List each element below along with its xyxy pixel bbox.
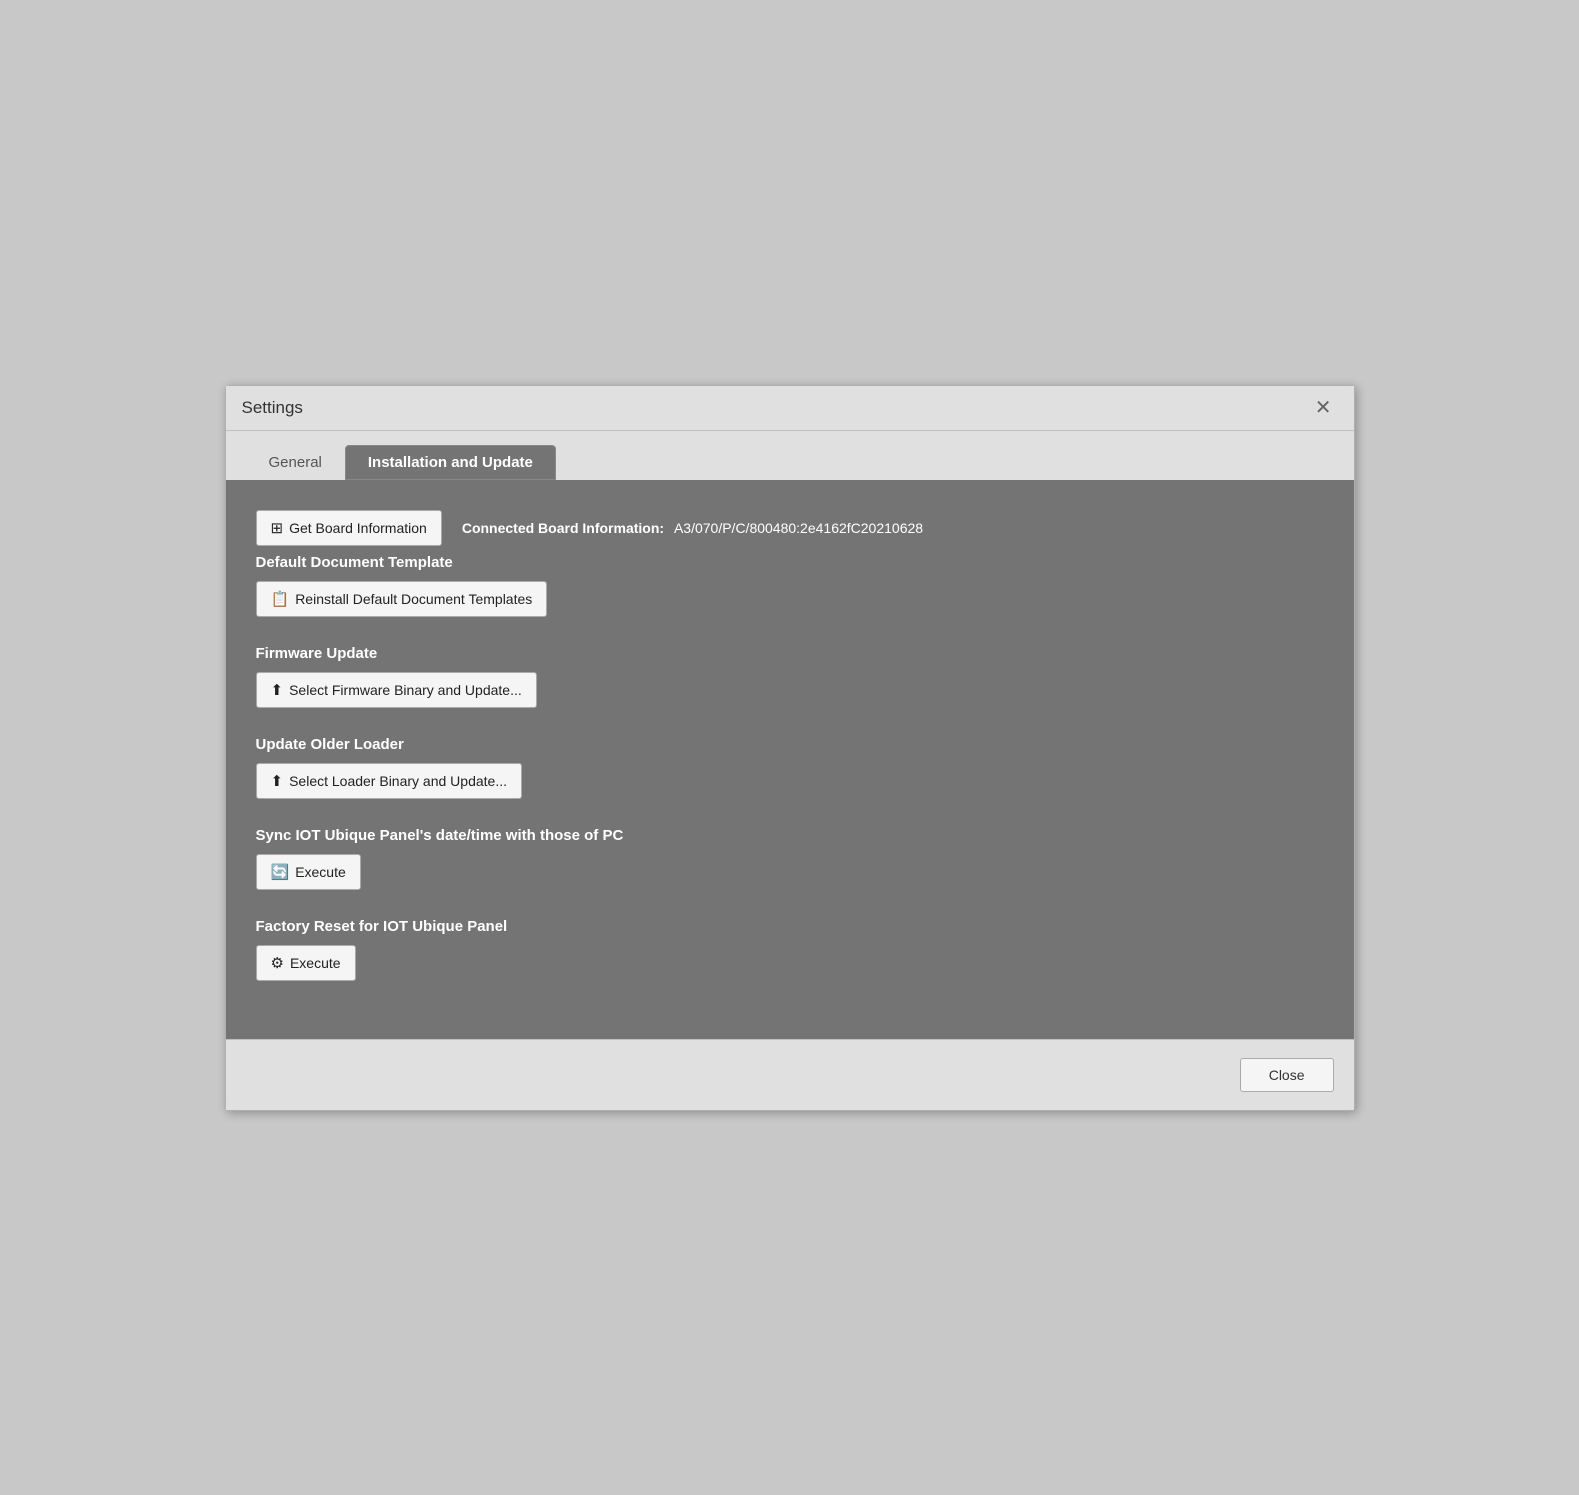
title-close-button[interactable]: ✕ bbox=[1309, 396, 1338, 420]
dialog-footer: Close bbox=[226, 1039, 1354, 1110]
factory-reset-label: Factory Reset for IOT Ubique Panel bbox=[256, 918, 1324, 935]
factory-reset-section: Factory Reset for IOT Ubique Panel ⚙ Exe… bbox=[256, 918, 1324, 981]
board-info-section: ⊞ Get Board Information Connected Board … bbox=[256, 510, 1324, 546]
connected-label: Connected Board Information: bbox=[462, 520, 664, 536]
tab-installation[interactable]: Installation and Update bbox=[345, 445, 556, 480]
select-firmware-button[interactable]: ⬆ Select Firmware Binary and Update... bbox=[256, 672, 537, 708]
content-area: ⊞ Get Board Information Connected Board … bbox=[226, 480, 1354, 1039]
sync-icon: 🔄 bbox=[271, 863, 290, 881]
firmware-update-label: Firmware Update bbox=[256, 645, 1324, 662]
sync-datetime-label: Sync IOT Ubique Panel's date/time with t… bbox=[256, 827, 1324, 844]
footer-close-button[interactable]: Close bbox=[1240, 1058, 1334, 1092]
firmware-icon: ⬆ bbox=[271, 681, 284, 699]
loader-icon: ⬆ bbox=[271, 772, 284, 790]
settings-dialog: Settings ✕ General Installation and Upda… bbox=[225, 385, 1355, 1111]
connected-value: A3/070/P/C/800480:2e4162fC20210628 bbox=[674, 520, 923, 536]
firmware-update-section: Firmware Update ⬆ Select Firmware Binary… bbox=[256, 645, 1324, 708]
get-board-info-button[interactable]: ⊞ Get Board Information bbox=[256, 510, 442, 546]
loader-update-section: Update Older Loader ⬆ Select Loader Bina… bbox=[256, 736, 1324, 799]
sync-execute-button[interactable]: 🔄 Execute bbox=[256, 854, 361, 890]
dialog-title: Settings bbox=[242, 398, 303, 418]
reinstall-templates-button[interactable]: 📋 Reinstall Default Document Templates bbox=[256, 581, 548, 617]
board-icon: ⊞ bbox=[271, 519, 284, 537]
document-icon: 📋 bbox=[271, 590, 290, 608]
tabs-row: General Installation and Update bbox=[226, 431, 1354, 480]
factory-reset-execute-button[interactable]: ⚙ Execute bbox=[256, 945, 356, 981]
default-document-section: Default Document Template 📋 Reinstall De… bbox=[256, 554, 1324, 617]
sync-datetime-section: Sync IOT Ubique Panel's date/time with t… bbox=[256, 827, 1324, 890]
loader-update-label: Update Older Loader bbox=[256, 736, 1324, 753]
default-document-label: Default Document Template bbox=[256, 554, 1324, 571]
tab-general[interactable]: General bbox=[246, 445, 345, 480]
connected-info: Connected Board Information: A3/070/P/C/… bbox=[462, 520, 923, 536]
factory-reset-icon: ⚙ bbox=[271, 954, 284, 972]
dialog-titlebar: Settings ✕ bbox=[226, 386, 1354, 431]
select-loader-button[interactable]: ⬆ Select Loader Binary and Update... bbox=[256, 763, 523, 799]
